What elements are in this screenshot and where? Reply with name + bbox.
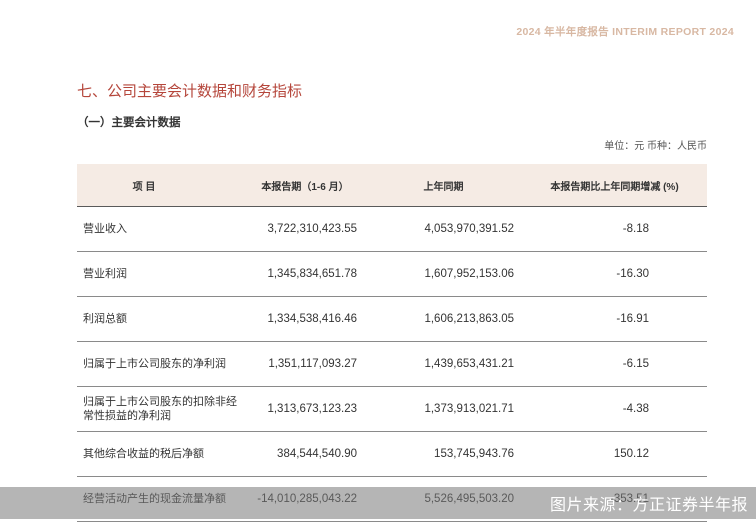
header-item: 项 目 [77, 164, 245, 207]
header-previous-period: 上年同期 [365, 164, 522, 207]
row-current: 1,351,117,093.27 [245, 341, 365, 387]
table-row: 利润总额 1,334,538,416.46 1,606,213,863.05 -… [77, 296, 707, 342]
row-current: 1,313,673,123.23 [245, 386, 365, 432]
subsection-title: （一）主要会计数据 [77, 117, 181, 129]
row-previous: 153,745,943.76 [365, 431, 522, 477]
row-previous: 1,439,653,431.21 [365, 341, 522, 387]
row-item: 营业利润 [77, 251, 245, 297]
row-item: 其他综合收益的税后净额 [77, 431, 245, 477]
watermark-text: 图片来源：方正证券半年报 [549, 497, 748, 514]
row-change: -16.30 [522, 251, 707, 297]
report-header: 2024 年半年度报告 INTERIM REPORT 2024 [516, 26, 734, 38]
row-change: -6.15 [522, 341, 707, 387]
accounting-data-table: 项 目 本报告期（1-6 月） 上年同期 本报告期比上年同期增减 (%) 营业收… [77, 164, 707, 522]
header-current-period: 本报告期（1-6 月） [245, 164, 365, 207]
header-change-percent: 本报告期比上年同期增减 (%) [522, 164, 707, 207]
table-header-row: 项 目 本报告期（1-6 月） 上年同期 本报告期比上年同期增减 (%) [77, 164, 707, 207]
table-row: 营业利润 1,345,834,651.78 1,607,952,153.06 -… [77, 251, 707, 297]
row-current: 1,334,538,416.46 [245, 296, 365, 342]
table-row: 归属于上市公司股东的扣除非经常性损益的净利润 1,313,673,123.23 … [77, 386, 707, 432]
table-row: 归属于上市公司股东的净利润 1,351,117,093.27 1,439,653… [77, 341, 707, 387]
row-item: 营业收入 [77, 206, 245, 252]
row-current: 384,544,540.90 [245, 431, 365, 477]
row-previous: 1,373,913,021.71 [365, 386, 522, 432]
row-previous: 4,053,970,391.52 [365, 206, 522, 252]
unit-note: 单位：元 币种：人民币 [604, 141, 707, 152]
row-change: -16.91 [522, 296, 707, 342]
row-item: 利润总额 [77, 296, 245, 342]
section-title: 七、公司主要会计数据和财务指标 [77, 83, 303, 100]
row-previous: 1,607,952,153.06 [365, 251, 522, 297]
row-item: 归属于上市公司股东的扣除非经常性损益的净利润 [77, 386, 245, 432]
row-item: 归属于上市公司股东的净利润 [77, 341, 245, 387]
table-row: 营业收入 3,722,310,423.55 4,053,970,391.52 -… [77, 206, 707, 252]
row-previous: 1,606,213,863.05 [365, 296, 522, 342]
row-current: 3,722,310,423.55 [245, 206, 365, 252]
row-change: -8.18 [522, 206, 707, 252]
row-change: -4.38 [522, 386, 707, 432]
table-row: 其他综合收益的税后净额 384,544,540.90 153,745,943.7… [77, 431, 707, 477]
row-current: 1,345,834,651.78 [245, 251, 365, 297]
row-change: 150.12 [522, 431, 707, 477]
